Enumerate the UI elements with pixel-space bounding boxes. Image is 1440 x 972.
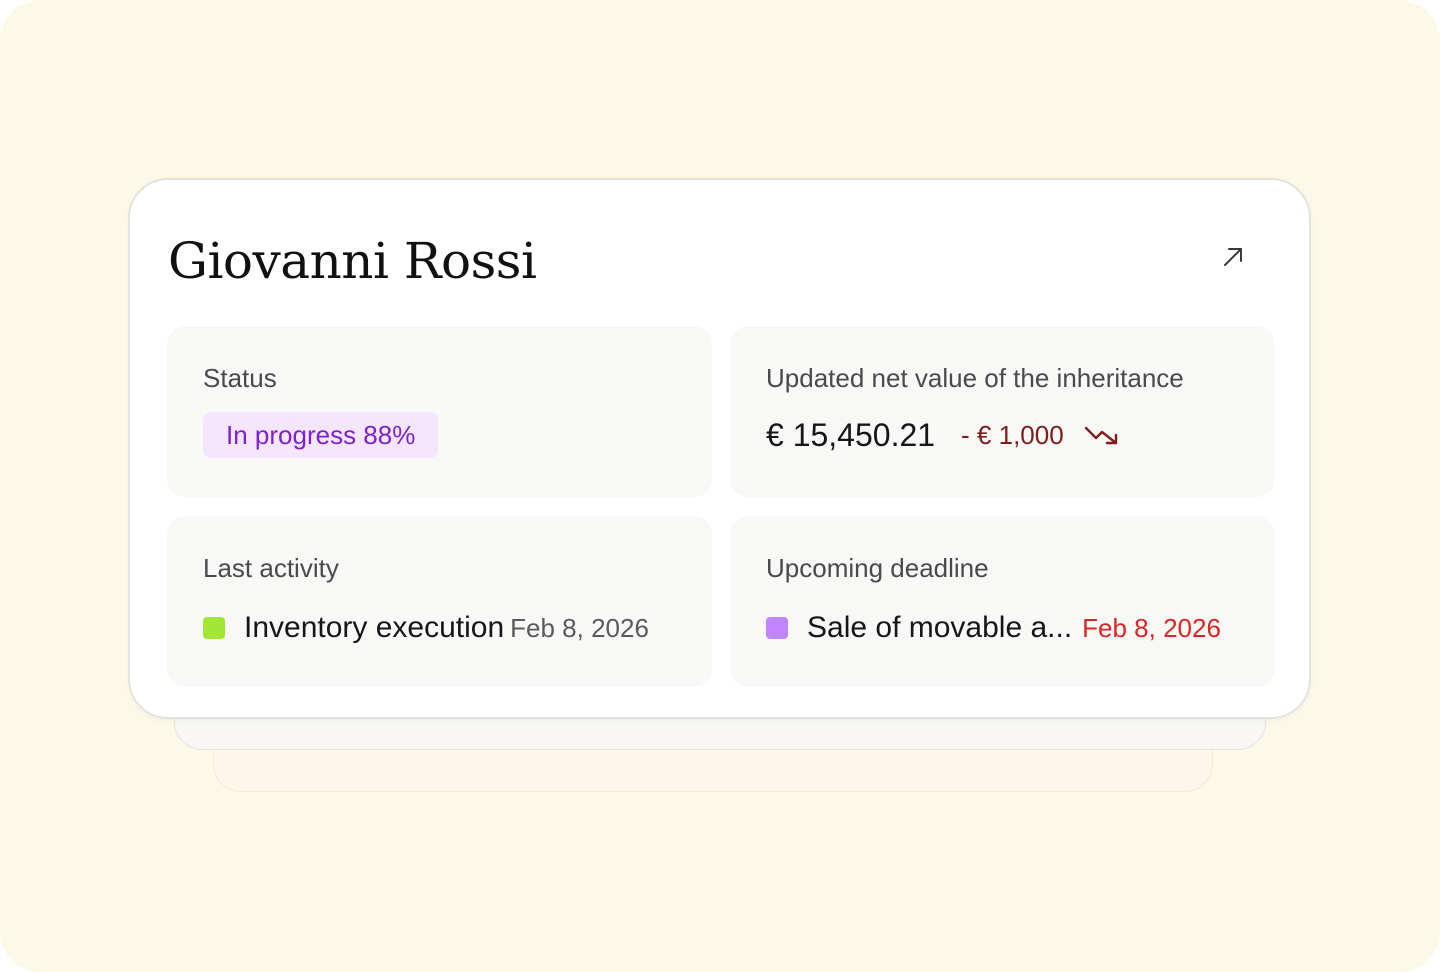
deadline-title: Sale of movable a... [807, 611, 1073, 644]
status-tile: Status In progress 88% [167, 326, 712, 497]
page-background: Giovanni Rossi Status In progress 88% Up… [0, 0, 1440, 972]
activity-color-marker [203, 617, 225, 639]
status-label: Status [203, 363, 277, 393]
activity-date: Feb 8, 2026 [510, 612, 649, 643]
upcoming-deadline-label: Upcoming deadline [766, 553, 989, 583]
activity-title: Inventory execution [244, 611, 505, 644]
trending-down-icon [1084, 424, 1120, 446]
net-value-amount: € 15,450.21 [766, 416, 936, 453]
open-details-button[interactable] [1215, 239, 1251, 275]
deadline-color-marker [766, 617, 788, 639]
status-badge: In progress 88% [203, 412, 439, 458]
net-value-label: Updated net value of the inheritance [766, 363, 1184, 393]
deadline-date: Feb 8, 2026 [1082, 612, 1221, 643]
last-activity-label: Last activity [203, 553, 339, 583]
upcoming-deadline-tile: Upcoming deadline Sale of movable a... F… [730, 516, 1275, 687]
arrow-up-right-icon [1224, 248, 1242, 266]
net-value-row: € 15,450.21 - € 1,000 [766, 412, 1120, 458]
upcoming-deadline-item[interactable]: Sale of movable a... Feb 8, 2026 [766, 608, 1221, 648]
net-value-delta: - € 1,000 [961, 419, 1064, 450]
last-activity-tile: Last activity Inventory execution Feb 8,… [167, 516, 712, 687]
estate-summary-card[interactable]: Giovanni Rossi Status In progress 88% Up… [128, 178, 1311, 719]
card-title: Giovanni Rossi [168, 232, 537, 290]
net-value-tile: Updated net value of the inheritance € 1… [730, 326, 1275, 497]
last-activity-item[interactable]: Inventory execution Feb 8, 2026 [203, 608, 649, 648]
